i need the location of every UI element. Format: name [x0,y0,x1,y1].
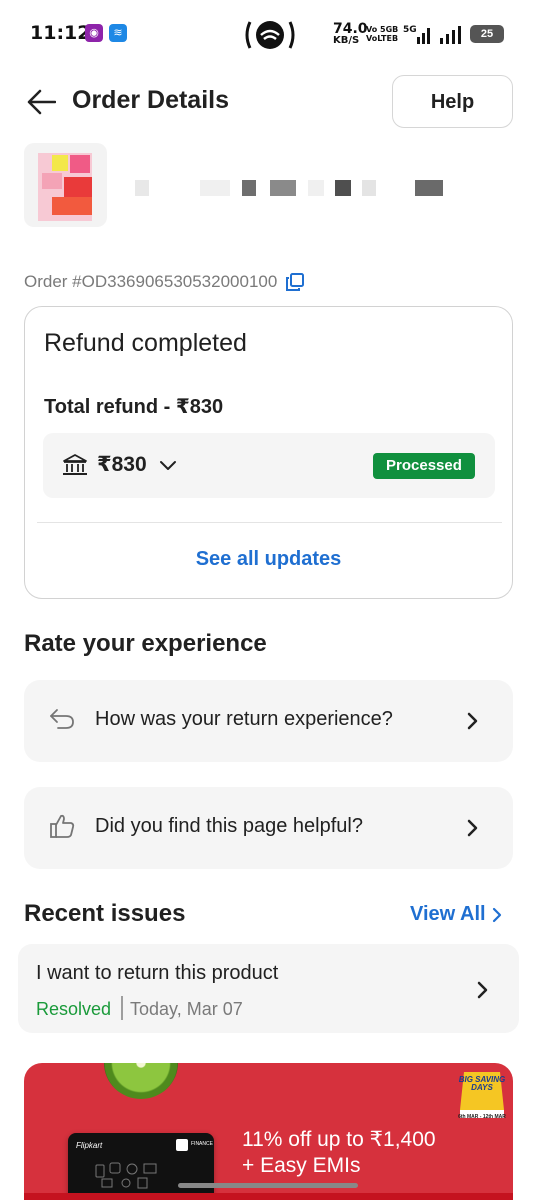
copy-icon[interactable] [285,272,305,292]
order-id-row: Order #OD336906530532000100 [24,270,305,294]
status-time: 11:12 [30,22,91,44]
status-badge: Processed [373,453,475,479]
order-id: Order #OD336906530532000100 [24,272,278,291]
chevron-right-icon [467,819,478,837]
badge-text: BIG SAVING DAYS [458,1075,506,1092]
bank-icon [63,454,87,475]
battery-icon: 25 [470,25,504,43]
badge-dates: 6th MAR - 12th MAR [458,1114,506,1120]
issue-title: I want to return this product [36,962,279,984]
view-all-link[interactable]: View All [410,903,502,926]
divider [37,522,502,523]
back-arrow-icon[interactable] [26,88,56,116]
credit-card-image: Flipkart FINANCE [68,1133,214,1200]
recent-issues-title: Recent issues [24,900,186,927]
refund-method-row[interactable]: ₹830 Processed [43,433,495,498]
kiwi-image [104,1063,178,1099]
rate-return-experience-item[interactable]: How was your return experience? [24,680,513,762]
home-indicator[interactable] [178,1183,358,1188]
divider [121,996,123,1020]
chevron-right-icon [467,712,478,730]
app-notification-icon: ◉ [85,24,103,42]
issue-list-item[interactable]: I want to return this product Resolved T… [18,944,519,1033]
product-thumbnail[interactable] [24,143,107,227]
big-saving-days-badge: BIG SAVING DAYS 6th MAR - 12th MAR [456,1070,508,1120]
chevron-right-icon [477,981,488,999]
signal-5g-icon: 5G [403,25,430,44]
rate-page-helpful-item[interactable]: Did you find this page helpful? [24,787,513,869]
chevron-right-icon [492,907,501,922]
status-bar: 11:12 ◉ ≋ 74.0 KB/S Vo 5GB VoLTEB 5G 25 [0,0,537,70]
see-all-updates-link[interactable]: See all updates [25,548,512,571]
view-all-label: View All [410,903,486,925]
network-speed: 74.0 KB/S [333,21,368,46]
finance-logo-icon [176,1139,188,1151]
rate-item-label: Did you find this page helpful? [95,815,363,837]
card-brand: Flipkart [76,1141,103,1150]
rate-section-title: Rate your experience [24,630,267,657]
promo-offer-text: 11% off up to ₹1,400 [242,1128,436,1151]
thumbs-up-icon [50,814,75,838]
promo-emi-text: + Easy EMIs [242,1154,361,1177]
banner-bottom-strip [24,1193,513,1200]
issue-date: Today, Mar 07 [130,999,243,1019]
svg-text:5G: 5G [403,25,417,35]
refund-amount: ₹830 [97,453,147,476]
header: Order Details Help [0,72,537,132]
product-name-redacted [130,180,450,198]
return-arrow-icon [50,709,74,729]
wifi-app-icon: ≋ [109,24,127,42]
hotspot-icon [245,21,295,49]
refund-status-title: Refund completed [44,329,247,357]
promo-banner[interactable]: Flipkart FINANCE BIG SAVING DAYS 6th MAR… [24,1063,513,1200]
card-finance-label: FINANCE [191,1141,213,1147]
issue-status: Resolved [36,999,112,1019]
page-title: Order Details [72,86,230,114]
signal-icon [440,26,461,44]
total-refund: Total refund - ₹830 [44,396,224,418]
chevron-down-icon[interactable] [159,458,177,472]
refund-card: Refund completed Total refund - ₹830 ₹83… [24,306,513,599]
volte-indicator: Vo 5GB VoLTEB [366,25,399,43]
card-pattern-icon [95,1162,157,1189]
help-button[interactable]: Help [392,75,513,128]
rate-item-label: How was your return experience? [95,708,393,730]
